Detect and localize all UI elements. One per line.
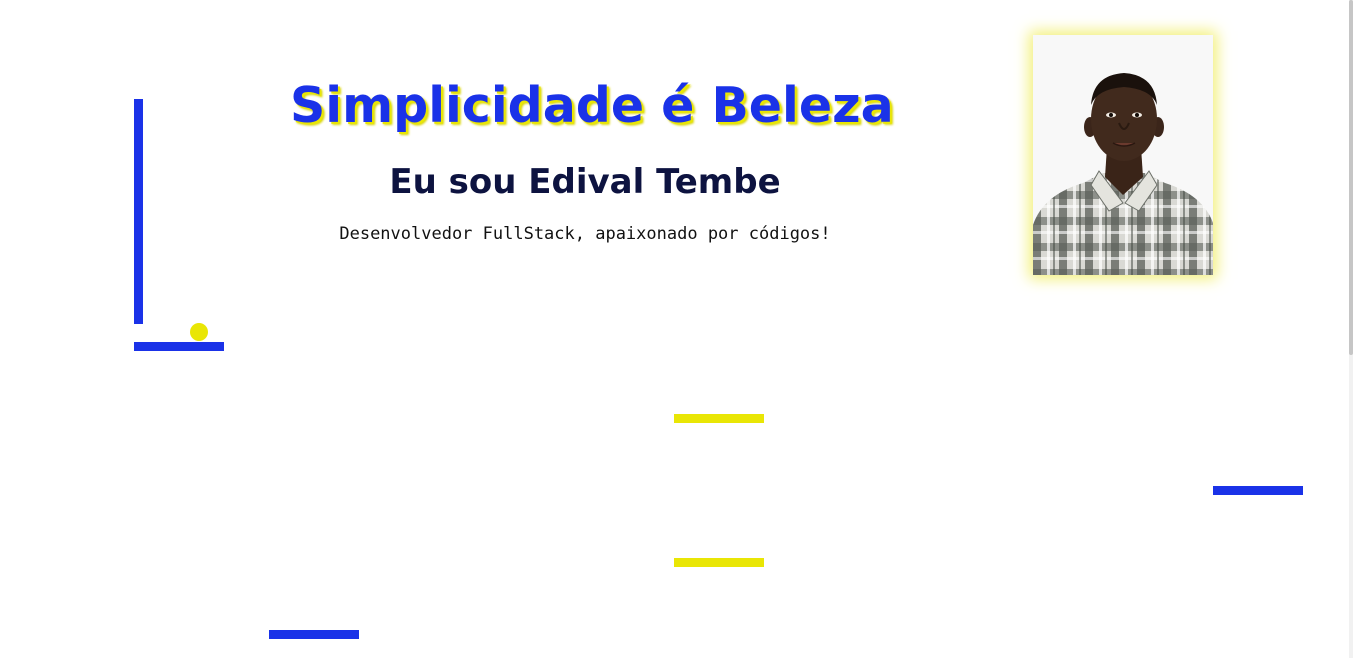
decorative-base-bar: [134, 342, 224, 351]
decorative-blue-dash: [1213, 486, 1303, 495]
decorative-blue-dash: [269, 630, 359, 639]
scrollbar-thumb[interactable]: [1349, 0, 1353, 355]
portfolio-page: Simplicidade é Beleza Eu sou Edival Temb…: [0, 0, 1353, 658]
vertical-scrollbar[interactable]: [1349, 0, 1353, 658]
hero-tagline: Desenvolvedor FullStack, apaixonado por …: [339, 224, 831, 244]
decorative-yellow-dash: [674, 414, 764, 423]
decorative-yellow-dash: [674, 558, 764, 567]
decorative-yellow-ball: [190, 323, 208, 341]
person-portrait-icon: [1033, 35, 1213, 275]
decorative-vertical-bar: [134, 99, 143, 324]
profile-photo: [1033, 35, 1213, 275]
hero-subtitle: Eu sou Edival Tembe: [389, 162, 781, 202]
hero-title: Simplicidade é Beleza: [290, 77, 894, 134]
